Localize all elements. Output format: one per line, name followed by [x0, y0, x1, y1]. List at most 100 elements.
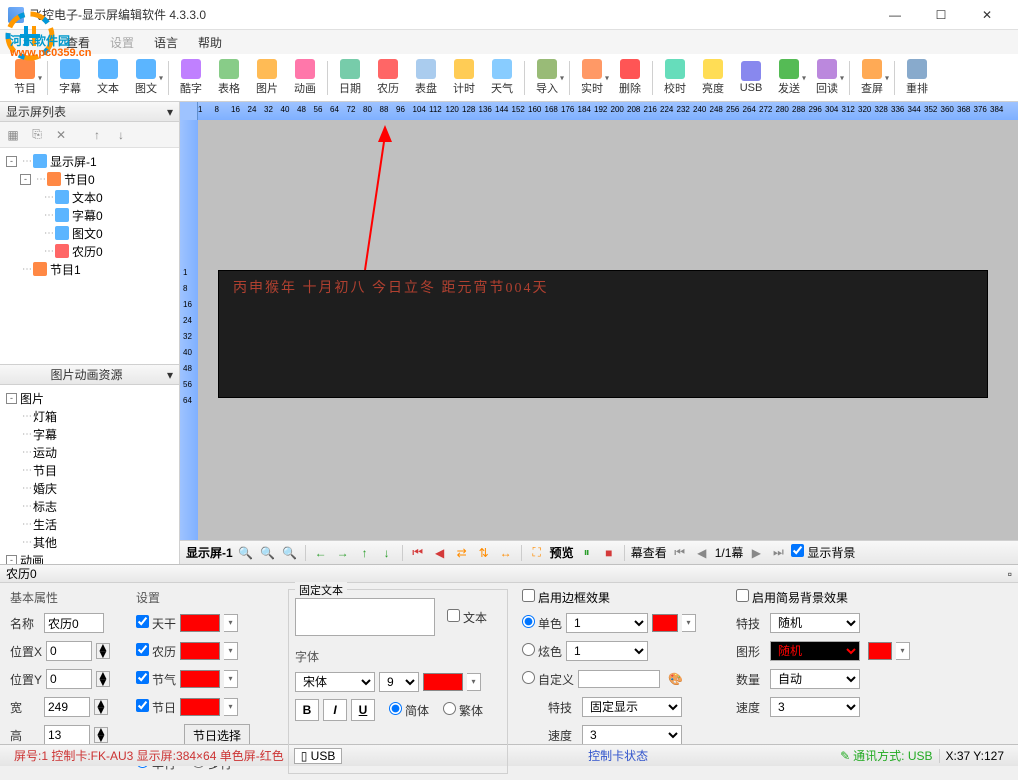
copy-icon[interactable]: ⎘	[28, 126, 46, 144]
res-anim[interactable]: 动画	[20, 552, 44, 565]
res-sport[interactable]: 运动	[33, 444, 57, 461]
nav-left-icon[interactable]: ←	[312, 544, 330, 562]
border-speed-select[interactable]: 3	[582, 725, 682, 745]
tree-imgtext0[interactable]: 图文0	[72, 225, 103, 242]
delete-icon[interactable]: ✕	[52, 126, 70, 144]
tool-send[interactable]: 发送	[771, 56, 807, 100]
tree-lunar0[interactable]: 农历0	[72, 243, 103, 260]
page-first-icon[interactable]: ⏮	[671, 544, 689, 562]
tool-rearrange[interactable]: 重排	[899, 56, 935, 100]
shrink-h-icon[interactable]: ↔	[497, 544, 515, 562]
text-check[interactable]: 文本	[447, 609, 487, 626]
traditional-radio[interactable]: 繁体	[443, 702, 483, 719]
res-prog[interactable]: 节目	[33, 462, 57, 479]
border-single-radio[interactable]: 单色	[522, 615, 562, 632]
tool-subtitle[interactable]: 字幕	[52, 56, 88, 100]
tool-delete[interactable]: 删除	[612, 56, 648, 100]
width-input[interactable]	[44, 697, 90, 717]
screen-tree[interactable]: -⋯显示屏-1 -⋯节目0 ⋯文本0 ⋯字幕0 ⋯图文0 ⋯农历0 ⋯节目1	[0, 148, 179, 364]
tool-program[interactable]: 节目	[7, 56, 43, 100]
tool-picture[interactable]: 图片	[249, 56, 285, 100]
tool-dial[interactable]: 表盘	[408, 56, 444, 100]
border-enable-check[interactable]: 启用边框效果	[522, 589, 722, 606]
bg-count-select[interactable]: 自动	[770, 669, 860, 689]
tree-program1[interactable]: 节目1	[50, 261, 81, 278]
menu-view[interactable]: 查看	[56, 32, 100, 53]
act-view-button[interactable]: 幕查看	[631, 544, 667, 561]
tool-timer[interactable]: 计时	[446, 56, 482, 100]
border-custom-radio[interactable]: 自定义	[522, 671, 574, 688]
nav-right-icon[interactable]: →	[334, 544, 352, 562]
posy-input[interactable]	[46, 669, 92, 689]
simplified-radio[interactable]: 简体	[389, 702, 429, 719]
bg-enable-check[interactable]: 启用简易背景效果	[736, 589, 926, 606]
res-wed[interactable]: 婚庆	[33, 480, 57, 497]
menu-lang[interactable]: 语言	[144, 32, 188, 53]
tool-lunar[interactable]: 农历	[370, 56, 406, 100]
tree-screen[interactable]: 显示屏-1	[50, 153, 97, 170]
prev-icon[interactable]: ◀	[431, 544, 449, 562]
collapse-icon[interactable]: ▾	[167, 105, 173, 119]
menu-settings[interactable]: 设置	[100, 32, 144, 53]
border-color-radio[interactable]: 炫色	[522, 643, 562, 660]
bg-shape-select[interactable]: 随机	[770, 641, 860, 661]
collapse-icon[interactable]: ▾	[167, 368, 173, 382]
zoom-in-icon[interactable]: 🔍	[259, 544, 277, 562]
lunar-color[interactable]	[180, 642, 220, 660]
minimize-button[interactable]: —	[872, 0, 918, 30]
tool-anim[interactable]: 动画	[287, 56, 323, 100]
custom-border-preview[interactable]	[578, 670, 660, 688]
preview-button[interactable]: 预览	[550, 544, 574, 561]
tool-readback[interactable]: 回读	[809, 56, 845, 100]
res-sub[interactable]: 字幕	[33, 426, 57, 443]
tool-import[interactable]: 导入	[529, 56, 565, 100]
jieqi-color[interactable]	[180, 670, 220, 688]
jieri-check[interactable]: 节日	[136, 699, 176, 716]
stop-icon[interactable]: ■	[600, 544, 618, 562]
tool-clock[interactable]: 校时	[657, 56, 693, 100]
border-color-select[interactable]: 1	[566, 641, 648, 661]
palette-icon[interactable]: 🎨	[668, 672, 683, 686]
up-icon[interactable]: ↑	[88, 126, 106, 144]
font-size-select[interactable]: 9	[379, 672, 419, 692]
jieqi-check[interactable]: 节气	[136, 671, 176, 688]
canvas-viewport[interactable]: 丙申猴年 十月初八 今日立冬 距元宵节004天	[198, 120, 1018, 540]
page-last-icon[interactable]: ⏭	[769, 544, 787, 562]
tool-weather[interactable]: 天气	[484, 56, 520, 100]
tiangan-color[interactable]	[180, 614, 220, 632]
tree-program0[interactable]: 节目0	[64, 171, 95, 188]
pause-icon[interactable]: ⏸	[578, 544, 596, 562]
tool-realtime[interactable]: 实时	[574, 56, 610, 100]
font-family-select[interactable]: 宋体	[295, 672, 375, 692]
zoom-reset-icon[interactable]: 🔍	[237, 544, 255, 562]
tool-chkscreen[interactable]: 查屏	[854, 56, 890, 100]
tool-imgtext[interactable]: 图文	[128, 56, 164, 100]
posx-input[interactable]	[46, 641, 92, 661]
down-icon[interactable]: ↓	[112, 126, 130, 144]
lunar-check[interactable]: 农历	[136, 643, 176, 660]
border-color[interactable]	[652, 614, 678, 632]
show-bg-checkbox[interactable]: 显示背景	[791, 544, 855, 561]
bold-button[interactable]: B	[295, 699, 319, 721]
first-icon[interactable]: ⏮	[409, 544, 427, 562]
resource-tree[interactable]: -图片 ⋯灯箱 ⋯字幕 ⋯运动 ⋯节目 ⋯婚庆 ⋯标志 ⋯生活 ⋯其他 -动画 …	[0, 385, 179, 564]
border-effect-select[interactable]: 固定显示	[582, 697, 682, 717]
tiangan-check[interactable]: 天干	[136, 615, 176, 632]
border-single-select[interactable]: 1	[566, 613, 648, 633]
led-preview[interactable]: 丙申猴年 十月初八 今日立冬 距元宵节004天	[218, 270, 988, 398]
add-screen-icon[interactable]: ▦	[4, 126, 22, 144]
tool-cool[interactable]: 酷字	[173, 56, 209, 100]
swap-v-icon[interactable]: ⇅	[475, 544, 493, 562]
fullscreen-icon[interactable]: ⛶	[528, 544, 546, 562]
close-button[interactable]: ✕	[964, 0, 1010, 30]
tree-text0[interactable]: 文本0	[72, 189, 103, 206]
res-life[interactable]: 生活	[33, 516, 57, 533]
page-next-icon[interactable]: ▶	[747, 544, 765, 562]
underline-button[interactable]: U	[351, 699, 375, 721]
bg-speed-select[interactable]: 3	[770, 697, 860, 717]
italic-button[interactable]: I	[323, 699, 347, 721]
tool-table[interactable]: 表格	[211, 56, 247, 100]
tool-bright[interactable]: 亮度	[695, 56, 731, 100]
tree-sub0[interactable]: 字幕0	[72, 207, 103, 224]
tool-date[interactable]: 日期	[332, 56, 368, 100]
